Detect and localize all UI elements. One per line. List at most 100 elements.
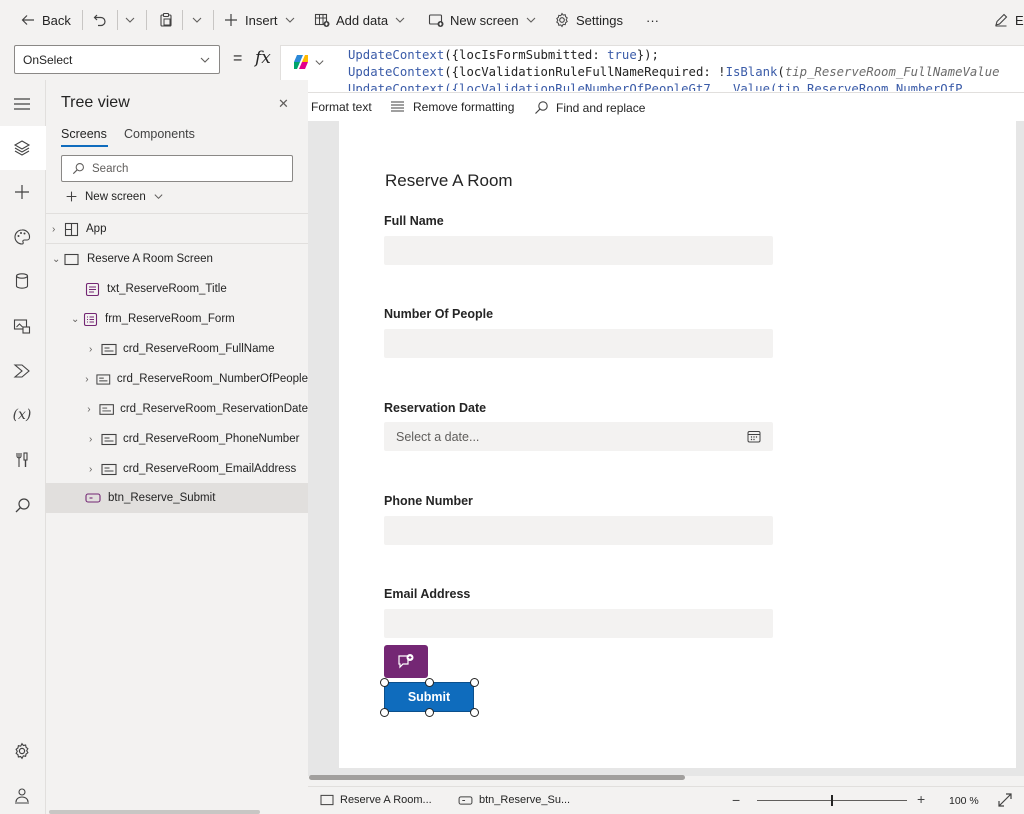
resize-handle[interactable] (425, 678, 434, 687)
search-icon (535, 101, 548, 114)
more-icon: ··· (646, 12, 659, 28)
chevron-down-icon (125, 17, 135, 23)
full-name-input[interactable] (384, 236, 773, 265)
chevron-down-icon[interactable]: ⌄ (52, 254, 64, 265)
tree-item-form[interactable]: ⌄ frm_ReserveRoom_Form (46, 304, 308, 334)
number-of-people-input[interactable] (384, 329, 773, 358)
settings-gear-icon[interactable] (11, 740, 33, 762)
add-data-button[interactable]: Add data (314, 0, 406, 40)
undo-button[interactable] (92, 0, 108, 40)
add-data-label: Add data (336, 12, 389, 28)
card-icon (101, 463, 117, 475)
canvas-scrollbar[interactable] (309, 775, 685, 780)
undo-dropdown[interactable] (124, 0, 136, 40)
database-icon[interactable] (11, 270, 33, 292)
chevron-down-icon (285, 17, 294, 23)
zoom-slider-thumb[interactable] (831, 795, 833, 806)
fx-icon[interactable]: fx (255, 48, 271, 68)
insert-label: Insert (245, 12, 278, 28)
email-address-input[interactable] (384, 609, 773, 638)
close-icon[interactable]: ✕ (278, 96, 289, 112)
tools-icon[interactable] (11, 449, 33, 471)
property-dropdown[interactable]: OnSelect (14, 45, 220, 74)
edit-label: E (1015, 12, 1024, 28)
hamburger-icon[interactable] (11, 93, 33, 115)
search-icon[interactable] (11, 494, 33, 516)
screen-breadcrumb[interactable]: Reserve A Room... (320, 794, 432, 806)
remove-formatting-button[interactable]: Remove formatting (390, 100, 514, 114)
chevron-right-icon[interactable]: › (89, 434, 101, 445)
back-button[interactable]: Back (20, 0, 71, 40)
palette-icon[interactable] (11, 226, 33, 248)
calendar-icon[interactable] (747, 430, 761, 443)
settings-label: Settings (576, 12, 623, 28)
tree-item-submit-selected[interactable]: btn_Reserve_Submit (46, 483, 308, 513)
more-button[interactable]: ··· (646, 0, 659, 40)
reservation-date-picker[interactable]: Select a date... (384, 422, 773, 451)
find-replace-button[interactable]: Find and replace (534, 100, 645, 115)
field-label-email-address: Email Address (384, 587, 471, 601)
tree-new-screen-button[interactable]: New screen (65, 190, 164, 203)
format-toolbar: Format text Remove formatting Find and r… (281, 92, 1024, 122)
tree-item-screen[interactable]: ⌄ Reserve A Room Screen (46, 244, 308, 274)
new-screen-button[interactable]: New screen (428, 0, 537, 40)
tree-scrollbar[interactable] (49, 810, 260, 814)
chevron-right-icon[interactable]: › (52, 224, 64, 235)
tree-item-card[interactable]: › crd_ReserveRoom_EmailAddress (46, 454, 308, 484)
formula-editor[interactable]: UpdateContext({locIsFormSubmitted: true}… (280, 45, 1024, 122)
form-icon (83, 312, 98, 326)
tree-item-label: crd_ReserveRoom_FullName (123, 343, 275, 355)
plus-icon (66, 191, 77, 202)
resize-handle[interactable] (380, 708, 389, 717)
chevron-right-icon[interactable]: › (87, 404, 99, 415)
tab-screens[interactable]: Screens (61, 127, 107, 141)
zoom-in-button[interactable]: + (917, 791, 925, 807)
tab-components[interactable]: Components (124, 127, 195, 141)
tree-item-label: txt_ReserveRoom_Title (107, 283, 227, 295)
paste-button[interactable] (158, 0, 174, 40)
power-automate-icon[interactable] (11, 360, 33, 382)
paste-dropdown[interactable] (191, 0, 203, 40)
chevron-right-icon[interactable]: › (89, 464, 101, 475)
insert-button[interactable]: Insert (223, 0, 296, 40)
chevron-right-icon[interactable]: › (85, 374, 96, 385)
tree-item-card[interactable]: › crd_ReserveRoom_PhoneNumber (46, 424, 308, 454)
chevron-right-icon[interactable]: › (89, 344, 101, 355)
add-comment-button[interactable] (384, 645, 428, 678)
tree-item-card[interactable]: › crd_ReserveRoom_FullName (46, 334, 308, 364)
tree-item-title[interactable]: txt_ReserveRoom_Title (46, 274, 308, 304)
tree-item-label: crd_ReserveRoom_EmailAddress (123, 463, 297, 475)
chevron-down-icon (200, 57, 210, 63)
resize-handle[interactable] (425, 708, 434, 717)
copilot-button[interactable] (292, 53, 325, 71)
variables-icon[interactable]: (𝑥) (11, 404, 33, 426)
layers-icon[interactable] (11, 137, 33, 159)
find-replace-label: Find and replace (556, 100, 646, 115)
tree-search-box[interactable]: Search (61, 155, 293, 182)
tree-item-card[interactable]: › crd_ReserveRoom_NumberOfPeople (46, 364, 308, 394)
card-icon (101, 433, 117, 445)
form-title[interactable]: Reserve A Room (385, 171, 513, 191)
zoom-out-button[interactable]: − (732, 792, 740, 808)
account-icon[interactable] (11, 785, 33, 807)
resize-handle[interactable] (380, 678, 389, 687)
tree-item-card[interactable]: › crd_ReserveRoom_ReservationDate (46, 394, 308, 424)
media-icon[interactable] (11, 315, 33, 337)
pencil-icon (995, 13, 1008, 27)
edit-button[interactable]: E (993, 0, 1024, 40)
control-breadcrumb[interactable]: btn_Reserve_Su... (458, 794, 570, 806)
resize-handle[interactable] (470, 678, 479, 687)
plus-icon[interactable] (11, 181, 33, 203)
phone-number-input[interactable] (384, 516, 773, 545)
fit-to-window-icon[interactable] (998, 793, 1012, 807)
tree-item-label: Reserve A Room Screen (87, 253, 213, 265)
clipboard-icon (160, 12, 172, 27)
search-icon (72, 163, 84, 175)
zoom-level[interactable]: 100 % (949, 795, 979, 807)
field-label-reservation-date: Reservation Date (384, 401, 487, 415)
resize-handle[interactable] (470, 708, 479, 717)
comment-add-icon (398, 654, 414, 669)
tree-item-app[interactable]: › App (46, 214, 308, 244)
settings-button[interactable]: Settings (554, 0, 623, 40)
chevron-down-icon[interactable]: ⌄ (71, 314, 83, 325)
